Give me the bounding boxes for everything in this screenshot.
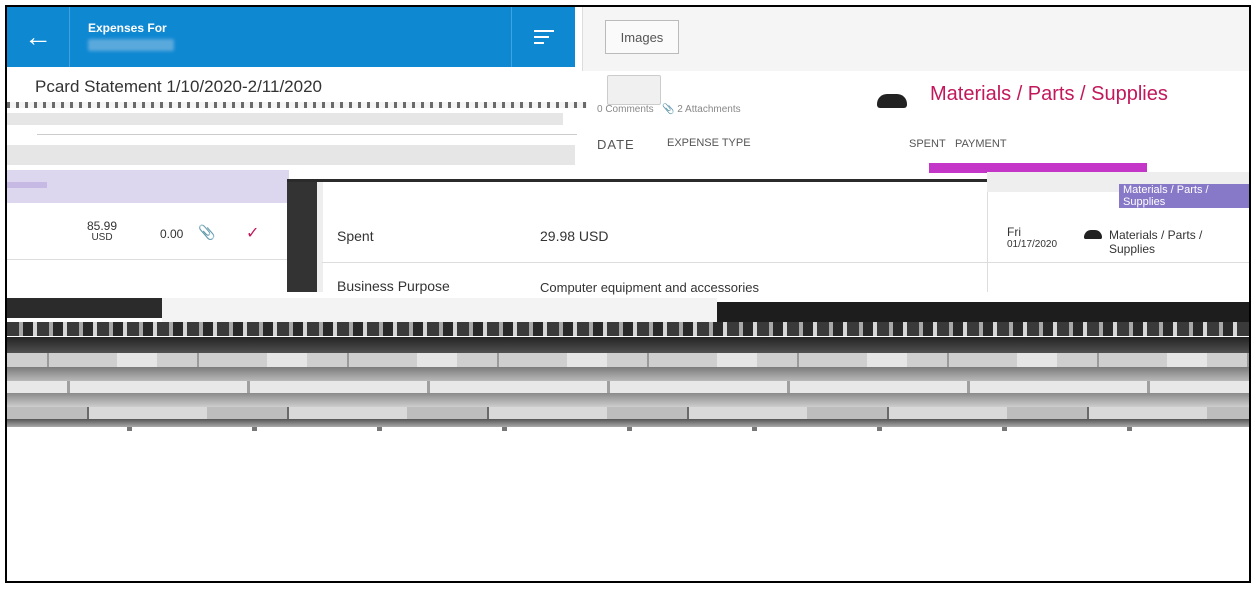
category-title: Materials / Parts / Supplies: [930, 83, 1168, 105]
spent-label: Spent: [337, 228, 374, 244]
glitch-band: [7, 298, 162, 318]
expense-detail-panel: [287, 182, 988, 292]
images-button[interactable]: Images: [605, 20, 679, 54]
expense-percent: 0.00: [160, 227, 184, 241]
attachments-count[interactable]: 2 Attachments: [677, 104, 740, 115]
redacted-name: [88, 39, 174, 51]
divider: [987, 262, 1249, 263]
category-icon: [1084, 230, 1102, 239]
spent-value: 29.98 USD: [540, 228, 609, 244]
checkmark-icon: ✓: [246, 225, 260, 242]
row-day: Fri: [1007, 225, 1021, 239]
category-icon: [877, 94, 907, 108]
glitch-band: [7, 393, 1249, 407]
header-bar: ← Expenses For: [7, 7, 575, 67]
row-date: 01/17/2020: [1007, 239, 1058, 250]
divider: [37, 134, 577, 135]
paperclip-icon[interactable]: 📎: [198, 224, 215, 241]
attachment-icon: 📎: [662, 104, 675, 115]
business-purpose-label: Business Purpose: [337, 278, 450, 294]
expense-amount: 85.99 USD: [87, 220, 117, 244]
glitch-band: [7, 419, 1249, 427]
column-header-date[interactable]: DATE: [597, 137, 635, 152]
small-control[interactable]: [607, 75, 661, 105]
glitch-band: [7, 407, 1249, 419]
detail-body: [323, 192, 988, 292]
filter-button[interactable]: [511, 7, 576, 67]
glitch-band: [717, 302, 1249, 324]
glitch-band: [7, 427, 1249, 431]
glitch-band: [7, 337, 1249, 353]
statement-title: Pcard Statement 1/10/2020-2/11/2020: [35, 77, 322, 96]
app-window: ← Expenses For Pcard Statement 1/10/2020…: [5, 5, 1251, 583]
glitch-band: [7, 381, 1249, 393]
amount-currency: USD: [91, 232, 113, 243]
selected-row-accent: [7, 182, 47, 188]
comments-count[interactable]: 0 Comments: [597, 104, 654, 115]
glitch-strip: [7, 322, 1249, 336]
amount-value: 85.99: [87, 219, 118, 233]
glitch-band: [7, 367, 1249, 381]
grey-band: [7, 145, 575, 165]
selected-row-band: [7, 170, 289, 203]
comments-attachments: 0 Comments 📎 2 Attachments: [597, 104, 741, 115]
arrow-left-icon: ←: [24, 21, 52, 52]
selected-category-chip: Materials / Parts / Supplies: [1119, 184, 1249, 208]
divider: [322, 262, 987, 263]
column-header-payment[interactable]: PAYMENT: [955, 138, 1007, 150]
glitch-band: [7, 353, 1249, 367]
right-toolbar: [582, 7, 1249, 71]
header-title: Expenses For: [88, 21, 167, 35]
back-button[interactable]: ←: [7, 7, 70, 67]
panel-edge: [287, 182, 317, 292]
filter-icon: [534, 26, 554, 48]
business-purpose-value: Computer equipment and accessories: [540, 280, 759, 295]
glitch-strip: [7, 102, 587, 108]
row-category: Materials / Parts / Supplies: [1109, 228, 1203, 256]
column-header-expense-type[interactable]: EXPENSE TYPE: [667, 137, 751, 149]
column-header-spent[interactable]: SPENT: [909, 138, 946, 150]
grey-row: [7, 113, 563, 125]
